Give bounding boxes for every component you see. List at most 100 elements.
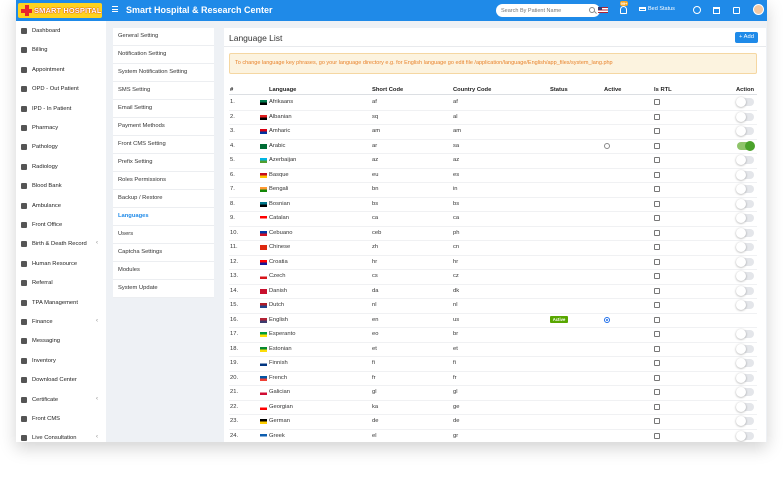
sidebar-item-appointment[interactable]: Appointment [20, 64, 104, 78]
language-enable-toggle[interactable] [736, 198, 754, 209]
sidebar-item-dashboard[interactable]: Dashboard [20, 25, 104, 39]
language-enable-toggle[interactable] [736, 300, 754, 310]
is-rtl-checkbox[interactable] [654, 418, 660, 424]
sidebar-item-opd-out-patient[interactable]: OPD - Out Patient [20, 83, 104, 97]
sidebar-item-certificate[interactable]: Certificate ‹ [20, 394, 104, 408]
hospital-logo[interactable]: SMART HOSPITAL [18, 3, 102, 18]
is-rtl-checkbox[interactable] [654, 316, 660, 323]
settings-menu-captcha-settings[interactable]: Captcha Settings [113, 244, 214, 262]
is-rtl-checkbox[interactable] [654, 389, 660, 395]
is-rtl-checkbox[interactable] [654, 302, 660, 308]
language-enable-toggle[interactable] [736, 285, 754, 296]
language-enable-toggle[interactable] [737, 140, 755, 151]
user-avatar[interactable] [753, 4, 764, 15]
sidebar-item-human-resource[interactable]: Human Resource [20, 258, 104, 272]
is-rtl-checkbox[interactable] [654, 403, 660, 410]
language-enable-toggle[interactable] [736, 242, 754, 252]
sidebar-item-front-cms[interactable]: Front CMS [20, 413, 104, 427]
sidebar-item-download-center[interactable]: Download Center [20, 374, 104, 388]
sidebar-item-blood-bank[interactable]: Blood Bank [20, 180, 104, 194]
settings-menu-email-setting[interactable]: Email Setting [113, 100, 214, 118]
is-rtl-checkbox[interactable] [654, 200, 660, 207]
settings-menu-system-notification-setting[interactable]: System Notification Setting [113, 64, 214, 82]
is-rtl-checkbox[interactable] [654, 229, 660, 236]
language-enable-toggle[interactable] [736, 343, 754, 354]
add-language-button[interactable]: + Add [735, 32, 758, 43]
notification-bell-icon[interactable] [620, 6, 627, 14]
settings-menu-system-update[interactable]: System Update [113, 280, 214, 298]
settings-menu-general-setting[interactable]: General Setting [113, 28, 214, 46]
settings-menu-notification-setting[interactable]: Notification Setting [113, 46, 214, 64]
is-rtl-checkbox[interactable] [654, 128, 660, 134]
language-enable-toggle[interactable] [736, 256, 754, 267]
language-enable-toggle[interactable] [736, 430, 754, 441]
menu-toggle-icon[interactable] [112, 6, 118, 12]
language-enable-toggle[interactable] [736, 329, 754, 339]
language-enable-toggle[interactable] [736, 401, 754, 412]
sidebar-item-tpa-management[interactable]: TPA Management [20, 297, 104, 311]
is-rtl-checkbox[interactable] [654, 345, 660, 352]
language-enable-toggle[interactable] [736, 372, 754, 383]
sidebar-item-birth-death-record[interactable]: Birth & Death Record ‹ [20, 238, 104, 252]
settings-menu-roles-permissions[interactable]: Roles Permissions [113, 172, 214, 190]
is-rtl-checkbox[interactable] [654, 171, 660, 178]
language-enable-toggle[interactable] [736, 227, 754, 238]
settings-menu-prefix-setting[interactable]: Prefix Setting [113, 154, 214, 172]
is-rtl-checkbox[interactable] [654, 273, 660, 279]
is-rtl-checkbox[interactable] [654, 258, 660, 265]
is-rtl-checkbox[interactable] [654, 215, 660, 221]
sidebar-item-ipd-in-patient[interactable]: IPD - In Patient [20, 103, 104, 117]
is-rtl-checkbox[interactable] [654, 142, 660, 149]
active-language-radio[interactable] [604, 316, 610, 323]
sidebar-item-inventory[interactable]: Inventory [20, 355, 104, 369]
sidebar-item-messaging[interactable]: Messaging [20, 335, 104, 349]
task-checklist-icon[interactable] [733, 7, 740, 14]
is-rtl-checkbox[interactable] [654, 432, 660, 439]
is-rtl-checkbox[interactable] [654, 287, 660, 294]
language-enable-toggle[interactable] [736, 169, 754, 180]
language-enable-toggle[interactable] [736, 358, 754, 368]
bed-status-button[interactable]: Bed Status [639, 6, 675, 12]
sidebar-item-live-consultation[interactable]: Live Consultation ‹ [20, 432, 104, 442]
sidebar-item-ambulance[interactable]: Ambulance [20, 200, 104, 214]
us-flag-language-icon[interactable] [598, 7, 608, 13]
language-enable-toggle[interactable] [736, 155, 754, 165]
language-enable-toggle[interactable] [736, 416, 754, 426]
language-enable-toggle[interactable] [736, 387, 754, 397]
sidebar-item-pathology[interactable]: Pathology [20, 141, 104, 155]
whatsapp-icon[interactable] [693, 6, 701, 14]
is-rtl-checkbox[interactable] [654, 360, 660, 366]
is-rtl-checkbox[interactable] [654, 331, 660, 337]
language-enable-toggle[interactable] [736, 111, 754, 122]
settings-menu-front-cms-setting[interactable]: Front CMS Setting [113, 136, 214, 154]
search-icon[interactable] [589, 7, 595, 13]
is-rtl-checkbox[interactable] [654, 244, 660, 250]
language-enable-toggle[interactable] [736, 97, 754, 107]
sidebar-item-referral[interactable]: Referral [20, 277, 104, 291]
is-rtl-checkbox[interactable] [654, 99, 660, 105]
is-rtl-checkbox[interactable] [654, 374, 660, 381]
language-enable-toggle[interactable] [736, 271, 754, 281]
settings-menu-languages[interactable]: Languages [113, 208, 214, 226]
settings-menu-sms-setting[interactable]: SMS Setting [113, 82, 214, 100]
language-enable-toggle[interactable] [736, 126, 754, 136]
calendar-icon[interactable] [713, 7, 720, 14]
settings-menu-backup-restore[interactable]: Backup / Restore [113, 190, 214, 208]
patient-search-input[interactable] [501, 6, 581, 15]
row-number: 11. [230, 244, 238, 250]
settings-menu-modules[interactable]: Modules [113, 262, 214, 280]
active-language-radio[interactable] [604, 142, 610, 149]
language-enable-toggle[interactable] [736, 213, 754, 223]
is-rtl-checkbox[interactable] [654, 186, 660, 192]
settings-menu-payment-methods[interactable]: Payment Methods [113, 118, 214, 136]
is-rtl-checkbox[interactable] [654, 113, 660, 120]
sidebar-item-billing[interactable]: Billing [20, 44, 104, 58]
sidebar-item-front-office[interactable]: Front Office [20, 219, 104, 233]
language-enable-toggle[interactable] [736, 184, 754, 194]
sidebar-item-finance[interactable]: Finance ‹ [20, 316, 104, 330]
settings-menu-users[interactable]: Users [113, 226, 214, 244]
table-row: 12. Croatia hr hr [229, 256, 757, 270]
sidebar-item-radiology[interactable]: Radiology [20, 161, 104, 175]
is-rtl-checkbox[interactable] [654, 157, 660, 163]
sidebar-item-pharmacy[interactable]: Pharmacy [20, 122, 104, 136]
